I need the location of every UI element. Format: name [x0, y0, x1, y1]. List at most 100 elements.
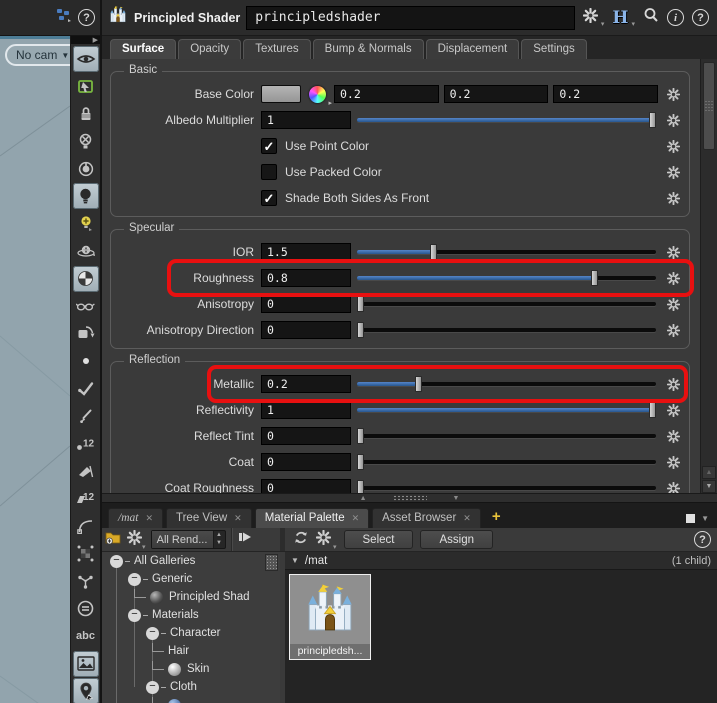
param-menu-icon[interactable] — [663, 192, 683, 205]
tree-collapse-toggle[interactable]: − — [110, 555, 123, 568]
pane-tab-material-palette[interactable]: Material Palette✕ — [255, 508, 369, 528]
slider-reflect-tint[interactable] — [357, 427, 656, 445]
apply-arrow-icon[interactable] — [238, 530, 253, 549]
viewport[interactable]: No cam ▼ — [0, 36, 70, 703]
close-tab-icon[interactable]: ✕ — [463, 513, 471, 524]
close-tab-icon[interactable]: ✕ — [234, 513, 242, 524]
image-icon[interactable] — [73, 651, 99, 677]
prim-numbers-icon[interactable]: 12 — [73, 486, 99, 512]
tree-item-all-galleries[interactable]: −All Galleries — [102, 552, 280, 570]
scrollbar-thumb[interactable] — [703, 62, 715, 150]
camera-selector[interactable]: No cam ▼ — [5, 44, 70, 66]
param-menu-icon[interactable] — [663, 430, 683, 443]
checkbox-use-packed-color[interactable] — [261, 164, 277, 180]
help-icon[interactable]: ? — [78, 9, 95, 26]
tab-bump-normals[interactable]: Bump & Normals — [313, 39, 424, 59]
point-numbers-icon[interactable]: 12 — [73, 431, 99, 457]
slider-anisotropy-direction[interactable] — [357, 321, 656, 339]
pen-icon[interactable] — [73, 403, 99, 429]
color-component-field-1[interactable]: 0.2 — [444, 85, 549, 103]
new-gallery-folder-icon[interactable] — [105, 530, 122, 550]
tree-collapse-toggle[interactable]: − — [128, 573, 141, 586]
slider-ior[interactable] — [357, 243, 656, 261]
info-icon[interactable]: i — [667, 9, 684, 26]
param-menu-icon[interactable] — [663, 272, 683, 285]
slider-metallic[interactable] — [357, 375, 656, 393]
material-gear-menu-icon[interactable] — [316, 530, 331, 550]
tree-item-skin[interactable]: Skin — [102, 660, 280, 678]
pane-tab-asset-browser[interactable]: Asset Browser✕ — [372, 508, 481, 528]
slider-anisotropy[interactable] — [357, 295, 656, 313]
param-menu-icon[interactable] — [663, 378, 683, 391]
slider-albedo-multiplier[interactable] — [357, 111, 656, 129]
tree-item-character[interactable]: −Character — [102, 624, 280, 642]
checkbox-use-point-color[interactable]: ✓ — [261, 138, 277, 154]
slider-handle[interactable] — [357, 322, 364, 338]
dot-icon[interactable] — [73, 348, 99, 374]
close-tab-icon[interactable]: ✕ — [352, 513, 360, 524]
param-menu-icon[interactable] — [663, 246, 683, 259]
param-menu-icon[interactable] — [663, 114, 683, 127]
houdini-logo-icon[interactable]: H — [612, 8, 628, 28]
color-wheel-icon[interactable] — [309, 86, 326, 103]
box-arrow-icon[interactable] — [73, 321, 99, 347]
parameter-scrollbar[interactable]: ▲ ▼ — [700, 59, 717, 493]
slider-handle[interactable] — [649, 402, 656, 418]
pane-divider[interactable]: ▲ ▼ — [102, 493, 717, 503]
slider-handle[interactable] — [357, 454, 364, 470]
search-icon[interactable] — [643, 7, 659, 28]
light-bulb-icon[interactable] — [73, 183, 99, 209]
circle-menu-icon[interactable] — [73, 596, 99, 622]
param-menu-icon[interactable] — [663, 404, 683, 417]
gallery-gear-menu-icon[interactable] — [127, 530, 142, 550]
value-field-anisotropy[interactable]: 0 — [261, 295, 351, 313]
prim-flag-icon[interactable] — [73, 458, 99, 484]
knob-icon[interactable] — [73, 156, 99, 182]
value-field-coat[interactable]: 0 — [261, 453, 351, 471]
view-icon[interactable] — [73, 46, 99, 72]
tab-surface[interactable]: Surface — [110, 39, 176, 59]
toolbar-collapse-strip[interactable]: ▶ — [71, 36, 100, 44]
select-arrow-icon[interactable] — [73, 73, 99, 99]
tab-settings[interactable]: Settings — [521, 39, 587, 59]
stepper-arrows[interactable]: ▲▼ — [214, 532, 225, 546]
tree-collapse-toggle[interactable]: − — [146, 681, 159, 694]
tab-opacity[interactable]: Opacity — [178, 39, 241, 59]
color-component-field-0[interactable]: 0.2 — [334, 85, 439, 103]
pane-layout-icon[interactable] — [686, 514, 695, 523]
param-menu-icon[interactable] — [663, 140, 683, 153]
value-field-coat-roughness[interactable]: 0 — [261, 479, 351, 493]
bulb-off-icon[interactable] — [73, 128, 99, 154]
node-name-input[interactable]: principledshader — [246, 6, 575, 30]
fan-icon[interactable] — [73, 568, 99, 594]
glasses-icon[interactable] — [73, 293, 99, 319]
pane-tab-tree-view[interactable]: Tree View✕ — [166, 508, 252, 528]
param-menu-icon[interactable] — [663, 482, 683, 494]
slider-reflectivity[interactable] — [357, 401, 656, 419]
tree-item-materials[interactable]: −Materials — [102, 606, 280, 624]
value-field-roughness[interactable]: 0.8 — [261, 269, 351, 287]
expand-down-icon[interactable]: ▼ — [453, 495, 460, 502]
help-icon[interactable]: ? — [694, 531, 711, 548]
orbit-add-icon[interactable] — [73, 238, 99, 264]
value-field-reflect-tint[interactable]: 0 — [261, 427, 351, 445]
abc-icon[interactable]: abc — [73, 623, 99, 649]
brush-check-icon[interactable] — [73, 376, 99, 402]
slider-handle[interactable] — [357, 296, 364, 312]
checkbox-shade-both-sides-as-front[interactable]: ✓ — [261, 190, 277, 206]
slider-handle[interactable] — [649, 112, 656, 128]
renderer-filter-dropdown[interactable]: All Rend... ▲▼ — [151, 530, 226, 549]
curve-handle-icon[interactable] — [73, 513, 99, 539]
param-menu-icon[interactable] — [663, 166, 683, 179]
tree-item-hair[interactable]: Hair — [102, 642, 280, 660]
select-button[interactable]: Select — [344, 530, 414, 549]
shader-node-icon[interactable] — [108, 5, 128, 30]
value-field-anisotropy-direction[interactable]: 0 — [261, 321, 351, 339]
pin-icon[interactable] — [73, 678, 99, 703]
refresh-icon[interactable] — [293, 530, 309, 550]
slider-roughness[interactable] — [357, 269, 656, 287]
param-menu-icon[interactable] — [663, 88, 683, 101]
scroll-up-button[interactable]: ▲ — [702, 466, 716, 479]
tree-collapse-toggle[interactable]: − — [146, 627, 159, 640]
color-swatch[interactable] — [261, 85, 301, 103]
